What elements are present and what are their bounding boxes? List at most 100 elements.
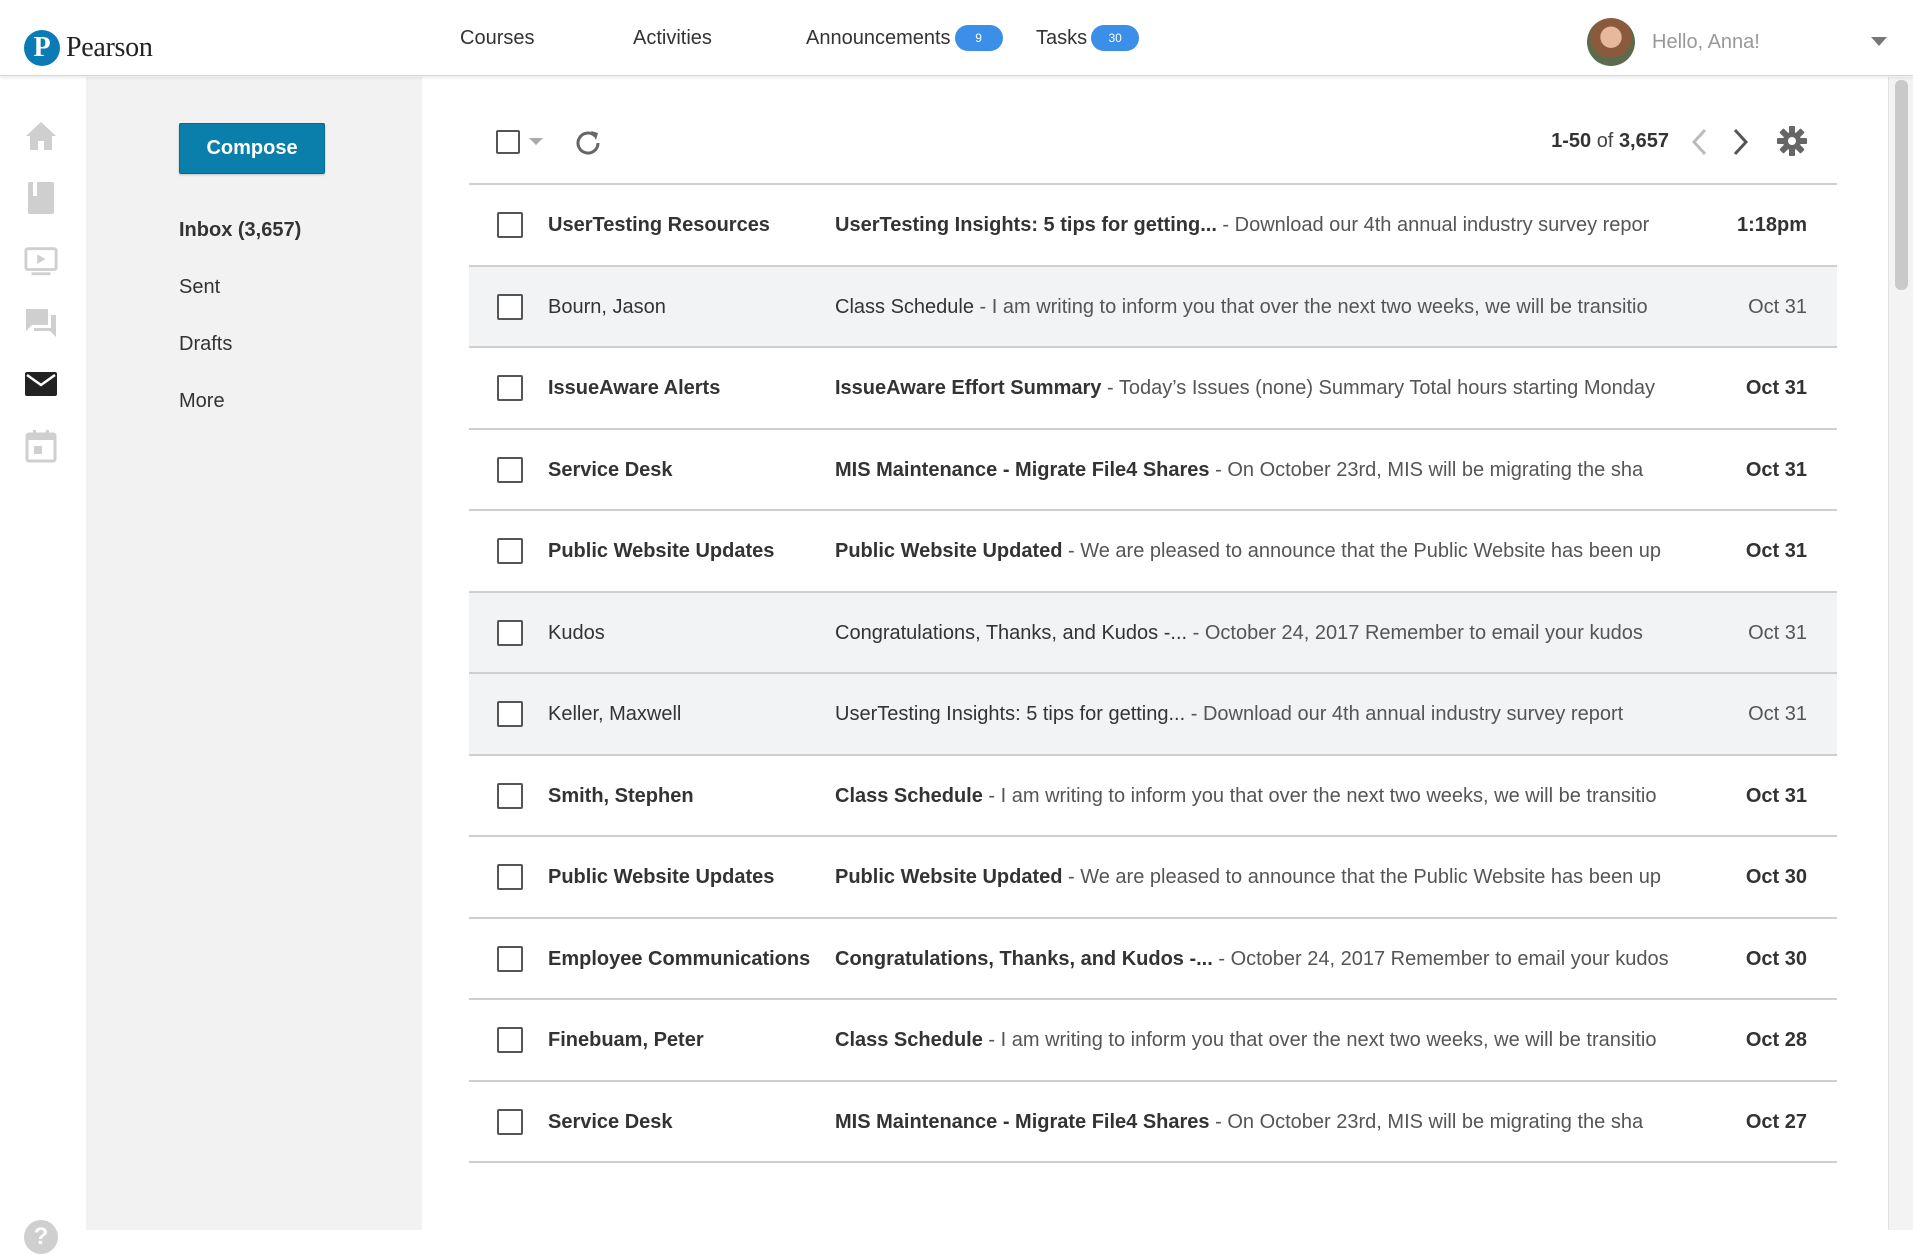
- message-date: Oct 30: [1745, 866, 1807, 888]
- message-date: Oct 31: [1748, 295, 1807, 318]
- help-icon[interactable]: ?: [24, 1220, 58, 1254]
- message-preview: - I am writing to inform you that over t…: [982, 784, 1657, 807]
- icon-rail: ?: [0, 77, 86, 1254]
- message-row[interactable]: UserTesting Resources UserTesting Insight…: [469, 185, 1837, 267]
- avatar[interactable]: [1587, 18, 1635, 66]
- select-options-chevron-icon[interactable]: [529, 138, 543, 145]
- nav-tasks[interactable]: Tasks 30: [1036, 0, 1140, 76]
- pagination-count: 1-50 of 3,657: [1551, 130, 1669, 153]
- nav-tasks-label: Tasks: [1036, 26, 1088, 49]
- message-checkbox[interactable]: [497, 619, 523, 646]
- message-date: 1:18pm: [1736, 214, 1807, 236]
- next-page-icon[interactable]: [1728, 127, 1752, 157]
- mail-icon[interactable]: [24, 367, 58, 401]
- message-row[interactable]: Keller, Maxwell UserTesting Insights: 5 t…: [469, 674, 1837, 756]
- scrollbar[interactable]: [1888, 77, 1913, 1230]
- video-icon[interactable]: [24, 244, 58, 278]
- message-date: Oct 27: [1745, 1110, 1807, 1133]
- nav-announcements[interactable]: Announcements 9: [806, 0, 1003, 76]
- message-checkbox[interactable]: [497, 864, 523, 890]
- message-subject: Class Schedule: [835, 295, 974, 318]
- message-checkbox[interactable]: [497, 1108, 523, 1135]
- message-preview: - October 24, 2017 Remember to email you…: [1212, 947, 1669, 970]
- message-sender: Smith, Stephen: [548, 784, 694, 807]
- message-date: Oct 31: [1745, 784, 1807, 807]
- message-sender: Finebuam, Peter: [548, 1029, 704, 1051]
- message-snippet: MIS Maintenance - Migrate File4 Shares -…: [835, 1082, 1675, 1162]
- message-checkbox[interactable]: [497, 1027, 523, 1053]
- pearson-logo-mark: P: [24, 30, 60, 66]
- message-checkbox[interactable]: [497, 456, 523, 483]
- message-sender: UserTesting Resources: [548, 214, 770, 236]
- top-bar: P Pearson Courses Activities Announcemen…: [0, 0, 1913, 76]
- folder-inbox[interactable]: Inbox (3,657): [179, 219, 301, 242]
- chevron-down-icon[interactable]: [1871, 37, 1887, 46]
- message-preview: - On October 23rd, MIS will be migrating…: [1209, 458, 1644, 481]
- message-date: Oct 30: [1745, 947, 1807, 970]
- message-subject: Public Website Updated: [835, 866, 1063, 888]
- message-row[interactable]: Bourn, Jason Class Schedule - I am writin…: [469, 266, 1837, 348]
- message-subject: UserTesting Insights: 5 tips for getting…: [835, 703, 1186, 725]
- calendar-icon[interactable]: [24, 429, 58, 463]
- home-icon[interactable]: [24, 119, 58, 153]
- message-subject: UserTesting Insights: 5 tips for getting…: [835, 214, 1217, 236]
- message-row[interactable]: Smith, Stephen Class Schedule - I am writ…: [469, 755, 1837, 837]
- message-checkbox[interactable]: [497, 212, 523, 238]
- message-row[interactable]: Finebuam, Peter Class Schedule - I am wri…: [469, 1000, 1837, 1082]
- message-snippet: Congratulations, Thanks, and Kudos -... …: [835, 593, 1675, 673]
- tasks-count-badge: 30: [1091, 25, 1140, 51]
- message-checkbox[interactable]: [497, 293, 523, 320]
- user-greeting: Hello, Anna!: [1652, 30, 1760, 53]
- user-menu[interactable]: Hello, Anna!: [1587, 18, 1760, 66]
- message-preview: - I am writing to inform you that over t…: [973, 295, 1648, 318]
- message-row[interactable]: Employee Communications Congratulations, …: [469, 918, 1837, 1000]
- message-checkbox[interactable]: [497, 782, 523, 809]
- message-subject: IssueAware Effort Summary: [835, 377, 1102, 399]
- message-snippet: Class Schedule - I am writing to inform …: [835, 1000, 1675, 1080]
- chat-icon[interactable]: [24, 306, 58, 340]
- message-subject: Class Schedule: [835, 784, 983, 807]
- message-row[interactable]: IssueAware Alerts IssueAware Effort Summa…: [469, 348, 1837, 430]
- scrollbar-thumb[interactable]: [1895, 80, 1908, 290]
- message-date: Oct 31: [1748, 703, 1807, 725]
- message-preview: - We are pleased to announce that the Pu…: [1062, 866, 1661, 888]
- message-row[interactable]: Public Website Updates Public Website Upd…: [469, 837, 1837, 919]
- message-preview: - October 24, 2017 Remember to email you…: [1187, 621, 1643, 644]
- message-row[interactable]: Service Desk MIS Maintenance - Migrate Fi…: [469, 1081, 1837, 1163]
- pagination-of: of: [1596, 130, 1614, 152]
- compose-button[interactable]: Compose: [179, 123, 325, 174]
- pearson-logo-text: Pearson: [66, 32, 153, 63]
- message-row[interactable]: Service Desk MIS Maintenance - Migrate Fi…: [469, 429, 1837, 511]
- message-sender: Service Desk: [548, 1110, 673, 1133]
- message-sender: Service Desk: [548, 458, 673, 481]
- message-subject: Class Schedule: [835, 1029, 983, 1051]
- message-row[interactable]: Public Website Updates Public Website Upd…: [469, 511, 1837, 593]
- message-row[interactable]: Kudos Congratulations, Thanks, and Kudos …: [469, 592, 1837, 674]
- message-snippet: UserTesting Insights: 5 tips for getting…: [835, 185, 1675, 265]
- message-sender: Kudos: [548, 621, 605, 644]
- message-preview: - Today’s Issues (none) Summary Total ho…: [1101, 377, 1655, 399]
- nav-activities[interactable]: Activities: [633, 0, 712, 76]
- book-icon[interactable]: [24, 181, 58, 215]
- previous-page-icon[interactable]: [1688, 127, 1712, 157]
- message-list-pane: 1-50 of 3,657 UserTesting Resources UserT…: [422, 77, 1888, 1230]
- nav-activities-label: Activities: [633, 26, 712, 49]
- folder-drafts[interactable]: Drafts: [179, 333, 232, 356]
- folder-panel: Compose Inbox (3,657) Sent Drafts More: [86, 77, 422, 1230]
- select-all-checkbox[interactable]: [496, 130, 520, 154]
- nav-courses[interactable]: Courses: [460, 0, 534, 76]
- folder-more[interactable]: More: [179, 390, 225, 413]
- message-checkbox[interactable]: [497, 701, 523, 727]
- message-checkbox[interactable]: [497, 538, 523, 564]
- message-preview: - On October 23rd, MIS will be migrating…: [1209, 1110, 1644, 1133]
- message-checkbox[interactable]: [497, 945, 523, 972]
- pearson-logo[interactable]: P Pearson: [24, 28, 153, 68]
- message-snippet: Congratulations, Thanks, and Kudos -... …: [835, 919, 1675, 999]
- folder-sent[interactable]: Sent: [179, 276, 220, 299]
- message-checkbox[interactable]: [497, 375, 523, 401]
- message-preview: - I am writing to inform you that over t…: [982, 1029, 1657, 1051]
- message-sender: Keller, Maxwell: [548, 703, 682, 725]
- gear-icon[interactable]: [1776, 125, 1808, 157]
- refresh-icon[interactable]: [571, 126, 605, 160]
- message-snippet: IssueAware Effort Summary - Today’s Issu…: [835, 348, 1675, 428]
